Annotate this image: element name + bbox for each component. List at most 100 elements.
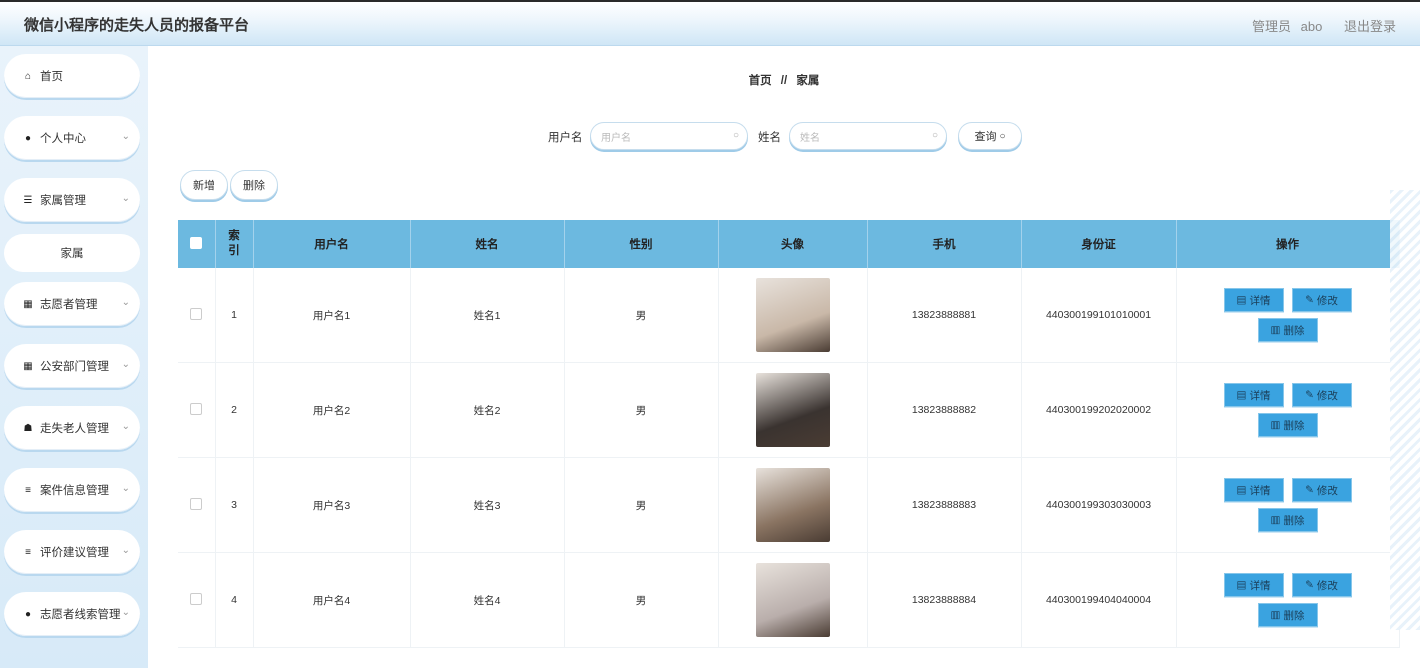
grid-icon: ▦ — [23, 298, 33, 310]
search-bar: 用户名 用户名 ○ 姓名 姓名 ○ 查询 ○ — [148, 122, 1420, 152]
decorative-stripes — [1390, 190, 1420, 630]
edit-button[interactable]: ✎ 修改 — [1291, 573, 1352, 597]
name-placeholder: 姓名 — [800, 132, 820, 144]
row-gender: 男 — [564, 362, 719, 458]
sidebar-subitem[interactable]: 家属 — [4, 234, 140, 272]
detail-button[interactable]: ▤ 详情 — [1223, 478, 1284, 502]
row-phone: 13823888884 — [867, 552, 1022, 648]
chevron-down-icon: ⌄ — [121, 545, 130, 556]
breadcrumb-current: 家属 — [796, 75, 820, 87]
trash-icon: ▥ — [1270, 609, 1281, 621]
trash-icon: ▥ — [1270, 514, 1281, 526]
row-select-cell[interactable] — [178, 552, 216, 648]
name-search-input[interactable]: 姓名 ○ — [789, 122, 947, 150]
breadcrumb-home[interactable]: 首页 — [749, 75, 772, 87]
edit-button-label: 修改 — [1316, 579, 1338, 592]
breadcrumb: 首页 // 家属 — [148, 72, 1420, 88]
chevron-down-icon: ⌄ — [121, 297, 130, 308]
table-row: 3 用户名3 姓名3 男 13823888883 440300199303030003 ▤ 详… — [178, 457, 1400, 553]
delete-button[interactable]: ▥ 删除 — [1257, 508, 1318, 532]
user-icon: ● — [24, 132, 32, 144]
logout-link[interactable]: 退出登录 — [1344, 19, 1396, 34]
sidebar-item-label: 家属管理 — [40, 195, 86, 207]
row-idcard: 440300199202020002 — [1021, 362, 1177, 458]
name-label: 姓名 — [758, 132, 781, 144]
sidebar-item[interactable]: ▦ 公安部门管理 ⌄ — [4, 344, 140, 388]
row-checkbox[interactable] — [190, 497, 203, 510]
col-header-actions: 操作 — [1176, 220, 1400, 268]
table-row: 4 用户名4 姓名4 男 13823888884 440300199404040004 ▤ 详… — [178, 552, 1400, 648]
sidebar-item[interactable]: ☰ 家属管理 ⌄ — [4, 178, 140, 222]
sliders-icon: ☰ — [23, 194, 33, 206]
sidebar-item-label: 家属 — [60, 248, 84, 260]
sidebar-item[interactable]: ≡ 案件信息管理 ⌄ — [4, 468, 140, 512]
row-phone: 13823888883 — [867, 457, 1022, 553]
row-idcard: 440300199404040004 — [1021, 552, 1177, 648]
select-all-header[interactable] — [178, 220, 216, 268]
search-icon: ○ — [732, 130, 739, 141]
delete-button-label: 删除 — [1283, 419, 1305, 432]
row-select-cell[interactable] — [178, 268, 216, 363]
row-phone: 13823888881 — [867, 268, 1022, 363]
grid-icon: ▦ — [23, 360, 33, 372]
user-name: abo — [1300, 19, 1323, 34]
row-name: 姓名4 — [410, 552, 565, 648]
row-avatar-cell — [718, 552, 868, 648]
chevron-down-icon: ⌄ — [121, 359, 130, 370]
edit-button[interactable]: ✎ 修改 — [1291, 383, 1352, 407]
edit-button-label: 修改 — [1316, 294, 1338, 307]
row-index: 3 — [215, 457, 254, 553]
row-gender: 男 — [564, 457, 719, 553]
data-table: 索引 用户名 姓名 性别 头像 手机 身份证 操作 1 用户名1 姓名1 男 13823… — [178, 220, 1400, 648]
sidebar-item-label: 志愿者管理 — [40, 299, 98, 311]
detail-button-label: 详情 — [1249, 294, 1271, 307]
user-area: 管理员 abo 退出登录 — [1246, 16, 1396, 35]
delete-button[interactable]: ▥ 删除 — [1257, 318, 1318, 342]
batch-delete-button[interactable]: 删除 — [230, 170, 278, 200]
sidebar-item-label: 走失老人管理 — [40, 423, 109, 435]
row-actions: ▤ 详情 ✎ 修改 ▥ 删除 — [1176, 268, 1400, 363]
row-index: 1 — [215, 268, 254, 363]
sidebar-item[interactable]: ☗ 走失老人管理 ⌄ — [4, 406, 140, 450]
sidebar-item-label: 首页 — [40, 71, 63, 83]
detail-button[interactable]: ▤ 详情 — [1223, 573, 1284, 597]
list-icon: ≡ — [25, 484, 31, 496]
sidebar-item-label: 公安部门管理 — [40, 361, 109, 373]
user-role: 管理员 — [1252, 19, 1292, 34]
row-avatar-cell — [718, 268, 868, 363]
delete-button[interactable]: ▥ 删除 — [1257, 603, 1318, 627]
detail-icon: ▤ — [1236, 484, 1247, 496]
chevron-down-icon: ⌄ — [121, 607, 130, 618]
avatar — [755, 278, 830, 352]
top-bar: 微信小程序的走失人员的报备平台 管理员 abo 退出登录 — [0, 0, 1420, 46]
select-all-checkbox[interactable] — [190, 236, 203, 249]
add-button[interactable]: 新增 — [180, 170, 228, 200]
chevron-down-icon: ⌄ — [121, 193, 130, 204]
row-actions: ▤ 详情 ✎ 修改 ▥ 删除 — [1176, 552, 1400, 648]
delete-button[interactable]: ▥ 删除 — [1257, 413, 1318, 437]
sidebar-item[interactable]: ▦ 志愿者管理 ⌄ — [4, 282, 140, 326]
delete-button-label: 删除 — [1283, 324, 1305, 337]
sidebar-item[interactable]: ≡ 评价建议管理 ⌄ — [4, 530, 140, 574]
sidebar-item[interactable]: ● 志愿者线索管理 ⌄ — [4, 592, 140, 636]
chevron-down-icon: ⌄ — [121, 421, 130, 432]
username-search-input[interactable]: 用户名 ○ — [590, 122, 748, 150]
row-checkbox[interactable] — [190, 307, 203, 320]
row-select-cell[interactable] — [178, 457, 216, 553]
row-username: 用户名3 — [253, 457, 411, 553]
detail-button[interactable]: ▤ 详情 — [1223, 288, 1284, 312]
edit-button[interactable]: ✎ 修改 — [1291, 288, 1352, 312]
query-button[interactable]: 查询 ○ — [958, 122, 1022, 150]
row-checkbox[interactable] — [190, 402, 203, 415]
row-select-cell[interactable] — [178, 362, 216, 458]
detail-button[interactable]: ▤ 详情 — [1223, 383, 1284, 407]
sidebar-item[interactable]: ⌂ 首页 — [4, 54, 140, 98]
thumb-icon: ☗ — [23, 422, 33, 434]
col-header-name: 姓名 — [410, 220, 565, 268]
sidebar-item[interactable]: ● 个人中心 ⌄ — [4, 116, 140, 160]
edit-button[interactable]: ✎ 修改 — [1291, 478, 1352, 502]
row-index: 4 — [215, 552, 254, 648]
col-header-avatar: 头像 — [718, 220, 868, 268]
trash-icon: ▥ — [1270, 419, 1281, 431]
row-checkbox[interactable] — [190, 592, 203, 605]
